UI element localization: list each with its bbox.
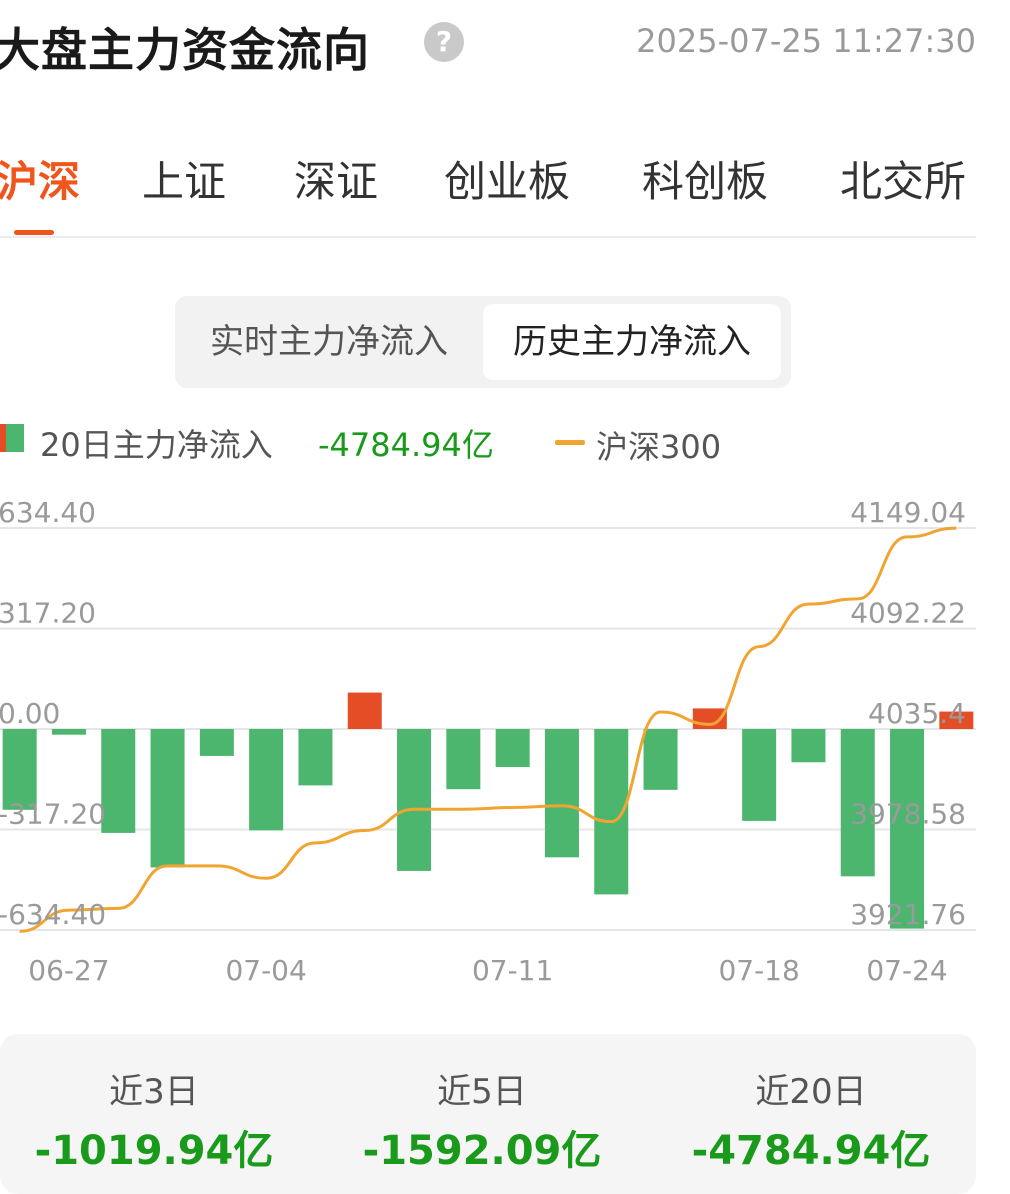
left-axis-tick: 634.40 <box>0 496 96 529</box>
right-axis-tick: 4149.04 <box>850 496 966 529</box>
summary-5d-value: -1592.09亿 <box>362 1128 602 1174</box>
header: 大盘主力资金流向 ? 2025-07-25 11:27:30 <box>0 0 1010 90</box>
line-legend-swatch <box>555 440 585 445</box>
tab-kechuangban[interactable]: 科创板 <box>642 148 768 209</box>
tab-beijiaosuo[interactable]: 北交所 <box>840 148 966 209</box>
timestamp: 2025-07-25 11:27:30 <box>636 22 976 60</box>
fund-flow-chart: 634.40 317.20 0.00 -317.20 -634.40 4149.04 409… <box>0 496 976 987</box>
active-tab-indicator <box>14 230 54 235</box>
x-axis-tick: 07-24 <box>866 954 947 987</box>
segment-control: 实时主力净流入 历史主力净流入 <box>175 296 791 388</box>
right-axis-tick: 4092.22 <box>850 597 966 630</box>
summary-3d: 近3日 -1019.94亿 <box>0 1034 314 1194</box>
summary-20d: 近20日 -4784.94亿 <box>651 1034 971 1194</box>
summary-20d-label: 近20日 <box>755 1072 867 1112</box>
bar[interactable] <box>791 729 826 763</box>
bar[interactable] <box>150 729 185 868</box>
tab-chuangyeban[interactable]: 创业板 <box>444 148 570 209</box>
line-legend-label: 沪深300 <box>596 428 722 466</box>
summary-3d-value: -1019.94亿 <box>34 1128 274 1174</box>
bar[interactable] <box>101 729 136 833</box>
chart-legend: 20日主力净流入 -4784.94亿 沪深300 <box>0 414 1010 470</box>
left-axis-tick: -317.20 <box>0 798 106 831</box>
bar[interactable] <box>199 729 234 756</box>
summary-20d-value: -4784.94亿 <box>691 1128 931 1174</box>
bar-legend-value: -4784.94亿 <box>318 426 494 464</box>
market-tabs: 沪深 上证 深证 创业板 科创板 北交所 <box>0 140 976 238</box>
bar[interactable] <box>495 729 530 768</box>
summary-panel: 近3日 -1019.94亿 近5日 -1592.09亿 近20日 -4784.9… <box>0 1034 976 1194</box>
summary-5d: 近5日 -1592.09亿 <box>322 1034 642 1194</box>
bar[interactable] <box>298 729 333 786</box>
bar-legend-label: 20日主力净流入 <box>40 426 273 464</box>
bars <box>2 692 974 929</box>
bar-legend-swatch <box>0 424 24 452</box>
right-axis-tick: 4035.4 <box>868 697 966 730</box>
bar[interactable] <box>544 729 579 858</box>
question-circle-icon[interactable]: ? <box>424 22 464 62</box>
x-axis-tick: 07-11 <box>472 954 553 987</box>
bar[interactable] <box>643 729 678 790</box>
tab-shenzheng[interactable]: 深证 <box>294 148 378 209</box>
bar[interactable] <box>249 729 284 831</box>
bar[interactable] <box>397 729 432 871</box>
bar[interactable] <box>446 729 481 790</box>
x-axis-tick: 07-04 <box>225 954 306 987</box>
tab-shangzheng[interactable]: 上证 <box>142 148 226 209</box>
page-title: 大盘主力资金流向 <box>0 23 370 77</box>
tab-hushen[interactable]: 沪深 <box>0 148 80 209</box>
bar[interactable] <box>347 692 382 729</box>
right-axis-tick: 3921.76 <box>850 898 966 931</box>
segment-realtime[interactable]: 实时主力净流入 <box>185 304 473 380</box>
summary-5d-label: 近5日 <box>437 1072 527 1112</box>
left-axis-tick: 0.00 <box>0 697 60 730</box>
x-axis-tick: 07-18 <box>718 954 799 987</box>
right-axis-tick: 3978.58 <box>850 798 966 831</box>
segment-history[interactable]: 历史主力净流入 <box>483 304 781 380</box>
left-axis-tick: -634.40 <box>0 898 106 931</box>
summary-3d-label: 近3日 <box>109 1072 199 1112</box>
left-axis-tick: 317.20 <box>0 597 96 630</box>
x-axis-tick: 06-27 <box>28 954 109 987</box>
bar[interactable] <box>742 729 777 821</box>
grid <box>0 527 976 931</box>
